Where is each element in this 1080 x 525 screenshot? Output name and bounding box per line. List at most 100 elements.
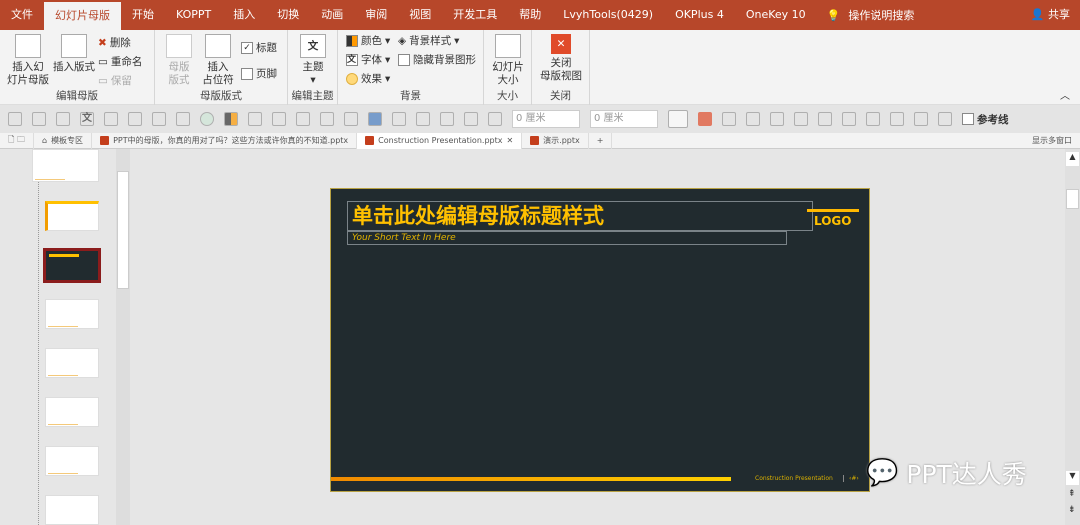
width-input[interactable]: 0 厘米 bbox=[512, 110, 580, 128]
effects-button[interactable]: 效果 ▾ bbox=[346, 71, 390, 86]
slide-canvas[interactable]: 单击此处编辑母版标题样式 Your Short Text In Here LOG… bbox=[330, 188, 870, 492]
thumbnail-layout[interactable] bbox=[45, 397, 99, 427]
tab-home[interactable]: 开始 bbox=[121, 0, 165, 30]
shapes-icon[interactable] bbox=[392, 112, 406, 126]
thumbnail-master[interactable] bbox=[32, 149, 99, 182]
close-master-view-button[interactable]: ✕ 关闭 母版视图 bbox=[536, 34, 586, 83]
tab-koppt[interactable]: KOPPT bbox=[165, 0, 222, 30]
thumbnail-scrollbar[interactable] bbox=[116, 149, 130, 525]
eyedropper-icon[interactable] bbox=[128, 112, 142, 126]
doc-tab-templates[interactable]: ⌂ 模板专区 bbox=[34, 132, 93, 149]
doc-tab[interactable]: 演示.pptx bbox=[522, 132, 589, 149]
close-tab-icon[interactable]: ✕ bbox=[506, 136, 513, 145]
font-icon[interactable]: 文 bbox=[80, 112, 94, 126]
tab-file[interactable]: 文件 bbox=[0, 0, 44, 30]
thumbnail-layout[interactable] bbox=[45, 446, 99, 476]
insert-placeholder-button[interactable]: 插入 占位符 bbox=[197, 34, 239, 87]
text-icon[interactable] bbox=[104, 112, 118, 126]
height-input[interactable]: 0 厘米 bbox=[590, 110, 658, 128]
tab-lvyhtools[interactable]: LvyhTools(0429) bbox=[552, 0, 664, 30]
scroll-thumb[interactable] bbox=[117, 171, 129, 289]
frame-icon[interactable] bbox=[746, 112, 760, 126]
distribute-icon[interactable] bbox=[818, 112, 832, 126]
doc-tab[interactable]: PPT中的母版，你真的用对了吗？这些方法或许你真的不知道.pptx bbox=[92, 132, 358, 149]
thumbnail-layout[interactable] bbox=[45, 299, 99, 329]
insert-slide-master-button[interactable]: 插入幻 灯片母版 bbox=[6, 34, 50, 87]
align-left-icon[interactable] bbox=[770, 112, 784, 126]
tab-help[interactable]: 帮助 bbox=[508, 0, 552, 30]
tell-me-search[interactable]: 💡 操作说明搜索 bbox=[827, 7, 915, 23]
grid-icon[interactable] bbox=[176, 112, 190, 126]
insert-layout-button[interactable]: 插入版式 bbox=[50, 34, 98, 74]
textbox-icon[interactable] bbox=[56, 112, 70, 126]
align-top-icon[interactable] bbox=[890, 112, 904, 126]
fill-icon[interactable] bbox=[248, 112, 262, 126]
hide-background-checkbox[interactable]: 隐藏背景图形 bbox=[398, 52, 476, 67]
thumbnail-layout[interactable] bbox=[45, 348, 99, 378]
thumbnail-layout[interactable] bbox=[45, 201, 99, 231]
tab-slide-master[interactable]: 幻灯片母版 bbox=[44, 2, 121, 30]
tab-animations[interactable]: 动画 bbox=[310, 0, 354, 30]
slide-size-button[interactable]: 幻灯片 大小 bbox=[490, 34, 526, 87]
footer-text[interactable]: Construction Presentation bbox=[755, 475, 833, 482]
selection-pane-icon[interactable] bbox=[668, 110, 688, 128]
tab-developer[interactable]: 开发工具 bbox=[442, 0, 508, 30]
rename-button[interactable]: ▭ 重命名 bbox=[98, 54, 142, 69]
background-styles-button[interactable]: ◈ 背景样式 ▾ bbox=[398, 33, 459, 48]
tab-view[interactable]: 视图 bbox=[398, 0, 442, 30]
scroll-down-icon[interactable]: ▼ bbox=[1066, 471, 1079, 485]
color-icon[interactable] bbox=[224, 112, 238, 126]
shapes-icon[interactable] bbox=[416, 112, 430, 126]
new-file-icon[interactable]: 🗋 🗀 bbox=[0, 132, 34, 149]
tab-okplus[interactable]: OKPlus 4 bbox=[664, 0, 735, 30]
tool-icon[interactable] bbox=[938, 112, 952, 126]
next-slide-icon[interactable]: ⇟ bbox=[1068, 505, 1076, 515]
collapse-ribbon-icon[interactable]: ︿ bbox=[1060, 87, 1070, 102]
fonts-button[interactable]: 文字体 ▾ bbox=[346, 52, 390, 67]
label: Construction Presentation.pptx bbox=[378, 136, 503, 145]
new-tab-button[interactable]: + bbox=[589, 132, 613, 149]
effects-icon[interactable] bbox=[440, 112, 454, 126]
share-button[interactable]: 👤 共享 bbox=[1031, 0, 1070, 30]
scroll-up-icon[interactable]: ▲ bbox=[1066, 152, 1079, 166]
title-checkbox[interactable]: ✓ 标题 bbox=[241, 40, 277, 55]
tab-onekey[interactable]: OneKey 10 bbox=[735, 0, 817, 30]
group-icon[interactable] bbox=[464, 112, 478, 126]
eyedropper-icon[interactable] bbox=[272, 112, 286, 126]
align-bottom-icon[interactable] bbox=[914, 112, 928, 126]
arrange-icon[interactable] bbox=[344, 112, 358, 126]
eyedropper-icon[interactable] bbox=[320, 112, 334, 126]
doc-tab-active[interactable]: Construction Presentation.pptx ✕ bbox=[357, 132, 523, 149]
picture-icon[interactable] bbox=[152, 112, 166, 126]
tool-icon[interactable] bbox=[722, 112, 736, 126]
delete-button[interactable]: ✖ 删除 bbox=[98, 35, 131, 50]
preserve-button[interactable]: ▭ 保留 bbox=[98, 73, 132, 88]
tool-icon[interactable] bbox=[32, 112, 46, 126]
align-center-icon[interactable] bbox=[794, 112, 808, 126]
outline-icon[interactable] bbox=[296, 112, 310, 126]
scroll-thumb[interactable] bbox=[1066, 189, 1079, 209]
tab-insert[interactable]: 插入 bbox=[222, 0, 266, 30]
multi-window-button[interactable]: 显示多窗口 bbox=[1032, 135, 1080, 146]
previous-slide-icon[interactable]: ⇞ bbox=[1068, 489, 1076, 499]
tab-transitions[interactable]: 切换 bbox=[266, 0, 310, 30]
guides-checkbox[interactable]: 参考线 bbox=[962, 112, 1009, 127]
subtitle-placeholder[interactable]: Your Short Text In Here bbox=[347, 231, 787, 245]
close-icon[interactable] bbox=[698, 112, 712, 126]
tool-icon[interactable] bbox=[866, 112, 880, 126]
tool-icon[interactable] bbox=[8, 112, 22, 126]
align-middle-icon[interactable] bbox=[842, 112, 856, 126]
main-scrollbar[interactable]: ▲ ▼ ⇞ ⇟ bbox=[1065, 149, 1080, 525]
tab-review[interactable]: 审阅 bbox=[354, 0, 398, 30]
slide-number[interactable]: ‹#› bbox=[843, 475, 859, 482]
footer-checkbox[interactable]: 页脚 bbox=[241, 66, 277, 81]
title-placeholder[interactable]: 单击此处编辑母版标题样式 bbox=[347, 201, 813, 231]
thumbnail-layout[interactable] bbox=[45, 495, 99, 525]
thumbnail-layout-selected[interactable] bbox=[43, 248, 101, 283]
circle-icon[interactable] bbox=[200, 112, 214, 126]
ungroup-icon[interactable] bbox=[488, 112, 502, 126]
theme-button[interactable]: 文主题 ▾ bbox=[298, 34, 328, 87]
master-layout-button[interactable]: 母版 版式 bbox=[163, 34, 195, 87]
colors-button[interactable]: 颜色 ▾ bbox=[346, 33, 390, 48]
chart-icon[interactable] bbox=[368, 112, 382, 126]
